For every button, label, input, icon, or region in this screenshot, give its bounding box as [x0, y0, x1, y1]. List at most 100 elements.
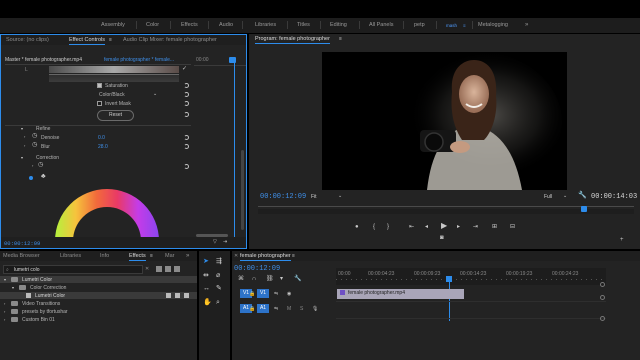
reset-section-icon[interactable] [184, 112, 189, 117]
ripple-edit-tool-icon[interactable]: ⇹ [203, 272, 209, 279]
effect-controls-timecode[interactable]: 00:00:12:09 [4, 240, 40, 247]
scroll-handle-top[interactable] [600, 282, 605, 287]
chevron-down-icon[interactable]: ▾ [21, 155, 23, 161]
sync-lock-icon[interactable]: ⇋ [274, 291, 278, 297]
mark-out-icon[interactable]: } [387, 224, 389, 230]
workspace-tab-effects[interactable]: Effects [181, 22, 198, 28]
denoise-value[interactable]: 0.0 [98, 135, 105, 141]
reset-denoise-icon[interactable] [184, 135, 189, 140]
zoom-tool-icon[interactable]: ⌕ [216, 299, 220, 306]
tab-media-browser[interactable]: Media Browser [3, 253, 40, 259]
clear-search-icon[interactable]: ✕ [145, 266, 149, 272]
invert-mask-checkbox[interactable] [97, 101, 102, 106]
tab-effect-controls[interactable]: Effect Controls [69, 37, 105, 45]
linked-selection-icon[interactable]: ⛓ [266, 276, 274, 282]
workspace-tab-color[interactable]: Color [146, 22, 159, 28]
insert-icon[interactable]: ⊞ [492, 224, 497, 230]
tab-libraries[interactable]: Libraries [60, 253, 81, 259]
list-item-lumetri-color[interactable]: Lumetri Color [0, 292, 197, 299]
lock-icon[interactable]: 🔒 [249, 306, 255, 312]
program-title[interactable]: Program: female photographer [255, 36, 330, 44]
hsl-gradient-bar[interactable] [49, 66, 179, 73]
pen-tool-icon[interactable]: ✎ [216, 285, 222, 292]
panel-menu-icon[interactable]: ≡ [150, 253, 153, 259]
close-icon[interactable]: ✕ [234, 253, 238, 259]
chevron-down-icon[interactable]: ⌄ [338, 193, 342, 199]
range-handles[interactable] [49, 74, 179, 82]
chevron-right-icon[interactable]: › [32, 163, 33, 169]
scroll-handle-middle[interactable] [600, 295, 605, 300]
filter-icon[interactable]: ▽ [213, 239, 217, 245]
stopwatch-icon[interactable]: ◷ [32, 133, 37, 139]
stopwatch-icon[interactable]: ◷ [38, 162, 43, 168]
list-item-presets[interactable]: › presets by tfortushar [0, 308, 197, 315]
settings-wrench-icon[interactable]: 🔧 [294, 276, 301, 282]
workspace-tab-libraries[interactable]: Libraries [255, 22, 276, 28]
camera-icon[interactable]: ◙ [440, 235, 444, 241]
sync-lock-icon[interactable]: ⇋ [274, 306, 278, 312]
chevron-down-icon[interactable]: ▾ [21, 126, 23, 132]
workspace-tab-petp[interactable]: petp [414, 22, 425, 28]
eye-icon[interactable]: ◉ [287, 291, 291, 297]
active-clip-label[interactable]: female photographer * female... [104, 57, 174, 63]
reset-color-icon[interactable] [184, 92, 189, 97]
razor-tool-icon[interactable]: ⌀ [216, 272, 220, 279]
reset-invert-icon[interactable] [184, 101, 189, 106]
color-black-select[interactable]: Color/Black [99, 92, 125, 98]
scroll-handle-bottom[interactable] [600, 316, 605, 321]
panel-menu-icon[interactable]: ≡ [109, 37, 112, 43]
sequence-tab[interactable]: female photographer [240, 253, 291, 261]
list-item-video-transitions[interactable]: › Video Transitions [0, 300, 197, 307]
color-wheel[interactable] [53, 185, 161, 243]
list-item-color-correction[interactable]: ▾ Color Correction [0, 284, 197, 291]
chevron-right-icon[interactable]: › [24, 134, 25, 140]
program-scrub-bar[interactable] [258, 206, 634, 207]
reset-blur-icon[interactable] [184, 144, 189, 149]
play-icon[interactable]: ▶ [441, 222, 447, 230]
mark-in-icon[interactable]: { [373, 224, 375, 230]
workspace-tab-audio[interactable]: Audio [219, 22, 233, 28]
vertical-scrollbar[interactable] [241, 150, 244, 230]
chevron-down-icon[interactable]: ⌄ [563, 193, 567, 199]
zoom-scrollbar[interactable] [196, 234, 228, 237]
32bit-effects-icon[interactable] [165, 266, 171, 272]
go-to-in-icon[interactable]: ⇤ [409, 224, 414, 230]
yuv-effects-icon[interactable] [174, 266, 180, 272]
timeline-timecode[interactable]: 00:00:12:09 [234, 265, 280, 273]
tab-info[interactable]: Info [100, 253, 109, 259]
panel-menu-icon[interactable]: ≡ [339, 36, 342, 42]
workspace-tab-assembly[interactable]: Assembly [101, 22, 125, 28]
workspace-tab-metalogging[interactable]: Metalogging [478, 22, 508, 28]
master-clip-label[interactable]: Master * female photographer.mp4 [5, 57, 82, 63]
video-clip[interactable]: female photographer.mp4 [337, 289, 464, 299]
list-item-lumetri-color-top[interactable]: ▾ Lumetri Color [0, 276, 197, 283]
color-wheel-small-icon[interactable]: ♣ [41, 173, 46, 180]
slip-tool-icon[interactable]: ↔ [203, 285, 210, 292]
step-forward-icon[interactable]: ▸ [457, 224, 460, 230]
solo-button[interactable]: S [300, 306, 303, 312]
lock-icon[interactable]: 🔒 [249, 291, 255, 297]
workspace-tab-all-panels[interactable]: All Panels [369, 22, 393, 28]
tab-effects[interactable]: Effects [129, 253, 146, 261]
reset-button[interactable]: Reset [97, 110, 134, 121]
workspace-overflow-icon[interactable]: » [525, 22, 528, 28]
program-playhead[interactable] [581, 206, 587, 212]
effects-search-input[interactable]: ⌕ lumetri colo [3, 265, 143, 274]
quality-select[interactable]: Full [544, 194, 552, 200]
v1-track-target[interactable]: V1 [257, 289, 269, 298]
tab-source[interactable]: Source: (no clips) [6, 37, 49, 43]
fit-select[interactable]: Fit [311, 194, 317, 200]
chevron-down-icon[interactable]: ⌄ [153, 91, 157, 97]
wrench-icon[interactable]: 🔧 [578, 192, 587, 199]
add-marker-icon[interactable]: ▾ [280, 276, 283, 282]
accelerated-effects-icon[interactable] [156, 266, 162, 272]
overflow-icon[interactable]: » [186, 253, 189, 259]
nest-icon[interactable]: ⌘ [238, 276, 244, 282]
workspace-tab-editing[interactable]: Editing [330, 22, 347, 28]
add-marker-icon[interactable]: ● [355, 224, 359, 230]
chevron-right-icon[interactable]: › [24, 143, 25, 149]
timeline-ruler[interactable]: 00:00 00:00:04:23 00:00:09:23 00:00:14:2… [336, 268, 606, 285]
program-video-frame[interactable] [322, 52, 567, 190]
add-button-icon[interactable]: + [620, 237, 624, 243]
reset-saturation-icon[interactable] [184, 83, 189, 88]
